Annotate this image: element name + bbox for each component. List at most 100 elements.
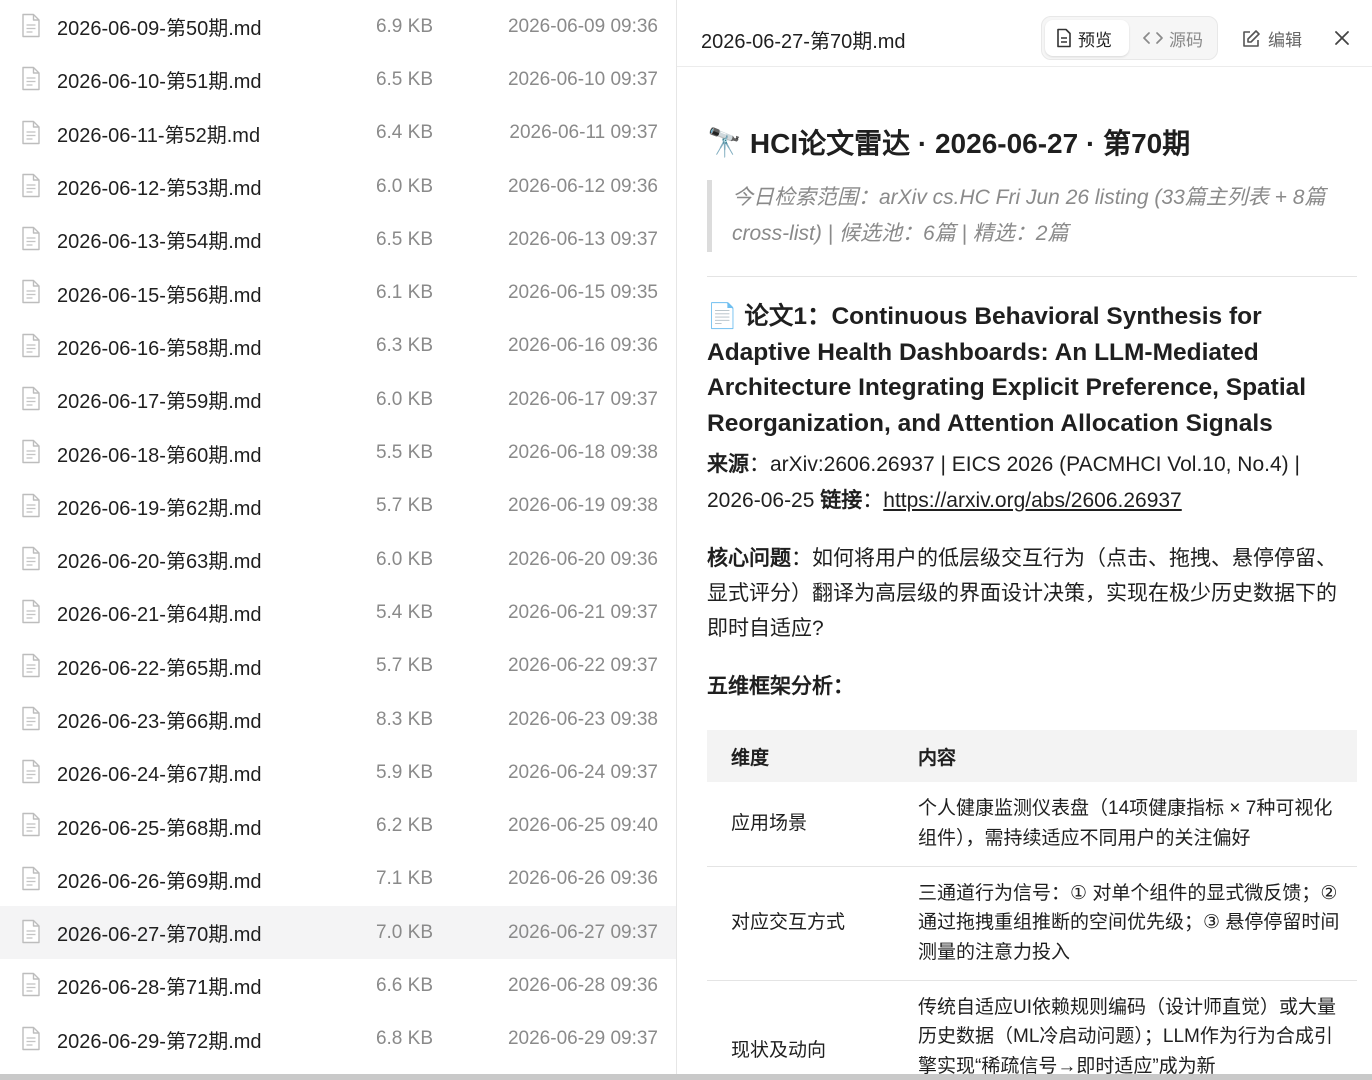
- source-tab-label: 源码: [1169, 30, 1203, 50]
- document-icon: [22, 493, 40, 517]
- file-row[interactable]: 2026-06-15-第56期.md 6.1 KB 2026-06-15 09:35: [0, 266, 676, 319]
- table-row: 对应交互方式 三通道行为信号：① 对单个组件的显式微反馈；② 通过拖拽重组推断的…: [707, 866, 1357, 981]
- preview-header: 2026-06-27-第70期.md 预览 源码 编辑: [677, 0, 1372, 67]
- file-list: 2026-06-09-第50期.md 6.9 KB 2026-06-09 09:36…: [0, 0, 676, 1080]
- document-icon: [22, 173, 40, 198]
- document-icon: [22, 280, 40, 304]
- preview-tab[interactable]: 预览: [1045, 20, 1129, 56]
- table-header-dim: 维度: [707, 730, 894, 782]
- page-facing-up-icon: 📄: [707, 303, 738, 330]
- file-row[interactable]: 2026-06-28-第71期.md 6.6 KB 2026-06-28 09:36: [0, 959, 676, 1012]
- file-size: 5.5 KB: [375, 442, 433, 464]
- file-row[interactable]: 2026-06-29-第72期.md 6.8 KB 2026-06-29 09:37: [0, 1013, 676, 1066]
- table-cell-dim: 应用场景: [707, 782, 894, 867]
- paper-title: 📄 论文1：Continuous Behavioral Synthesis fo…: [707, 299, 1357, 441]
- file-date: 2026-06-19 09:38: [507, 495, 658, 517]
- table-cell-content: 传统自适应UI依赖规则编码（设计师直觉）或大量历史数据（ML冷启动问题）；LLM…: [894, 980, 1357, 1074]
- document-icon: [22, 13, 40, 38]
- doc-title: 🔭 HCI论文雷达 · 2026-06-27 · 第70期: [707, 120, 1357, 164]
- file-name: 2026-06-25-第68期.md: [57, 817, 262, 840]
- file-size: 7.1 KB: [375, 868, 433, 890]
- file-date: 2026-06-22 09:37: [507, 655, 658, 677]
- document-icon: [22, 866, 40, 890]
- core-text: ：如何将用户的低层级交互行为（点击、拖拽、悬停停留、显式评分）翻译为高层级的界面…: [707, 547, 1337, 640]
- file-name: 2026-06-16-第58期.md: [57, 337, 262, 360]
- document-icon: [22, 333, 40, 357]
- file-row[interactable]: 2026-06-18-第60期.md 5.5 KB 2026-06-18 09:38: [0, 426, 676, 479]
- file-row[interactable]: 2026-06-20-第63期.md 6.0 KB 2026-06-20 09:36: [0, 533, 676, 586]
- file-date: 2026-06-29 09:37: [507, 1028, 658, 1050]
- code-icon: [1143, 32, 1163, 44]
- table-row: 现状及动向 传统自适应UI依赖规则编码（设计师直觉）或大量历史数据（ML冷启动问…: [707, 980, 1357, 1074]
- edit-label: 编辑: [1268, 31, 1302, 50]
- close-icon[interactable]: [1332, 28, 1352, 48]
- file-date: 2026-06-24 09:37: [507, 761, 658, 783]
- file-size: 5.9 KB: [375, 761, 433, 783]
- file-date: 2026-06-16 09:36: [507, 335, 658, 357]
- file-size: 6.2 KB: [375, 815, 433, 837]
- core-question: 核心问题：如何将用户的低层级交互行为（点击、拖拽、悬停停留、显式评分）翻译为高层…: [707, 541, 1357, 646]
- telescope-icon: 🔭: [707, 126, 742, 158]
- paper-link[interactable]: https://arxiv.org/abs/2606.26937: [883, 489, 1181, 512]
- table-header-content: 内容: [894, 730, 1357, 782]
- document-icon: [22, 600, 40, 624]
- file-row[interactable]: 2026-06-27-第70期.md 7.0 KB 2026-06-27 09:37: [0, 906, 676, 960]
- file-row[interactable]: 2026-06-25-第68期.md 6.2 KB 2026-06-25 09:40: [0, 799, 676, 852]
- file-name: 2026-06-09-第50期.md: [57, 18, 262, 41]
- file-row[interactable]: 2026-06-23-第66期.md 8.3 KB 2026-06-23 09:38: [0, 693, 676, 746]
- document-icon: [22, 973, 40, 997]
- table-cell-content: 个人健康监测仪表盘（14项健康指标 × 7种可视化组件），需持续适应不同用户的关…: [894, 782, 1357, 867]
- file-name: 2026-06-17-第59期.md: [57, 391, 262, 414]
- preview-tab-label: 预览: [1078, 30, 1112, 50]
- file-date: 2026-06-25 09:40: [507, 815, 658, 837]
- file-row[interactable]: 2026-06-17-第59期.md 6.0 KB 2026-06-17 09:37: [0, 373, 676, 426]
- document-icon: [22, 226, 40, 251]
- file-row[interactable]: 2026-06-12-第53期.md 6.0 KB 2026-06-12 09:36: [0, 160, 676, 213]
- file-size: 5.4 KB: [375, 601, 433, 623]
- file-row[interactable]: 2026-06-13-第54期.md 6.5 KB 2026-06-13 09:37: [0, 213, 676, 266]
- table-row: 应用场景 个人健康监测仪表盘（14项健康指标 × 7种可视化组件），需持续适应不…: [707, 782, 1357, 867]
- source-label: 来源: [707, 453, 749, 476]
- file-row[interactable]: 2026-06-16-第58期.md 6.3 KB 2026-06-16 09:36: [0, 320, 676, 373]
- file-row[interactable]: 2026-06-11-第52期.md 6.4 KB 2026-06-11 09:37: [0, 107, 676, 160]
- edit-icon: [1243, 29, 1260, 47]
- document-icon: [22, 120, 40, 144]
- horizontal-scrollbar[interactable]: [0, 1074, 1372, 1080]
- table-cell-dim: 对应交互方式: [707, 866, 894, 981]
- edit-button[interactable]: 编辑: [1241, 26, 1302, 51]
- search-scope-quote: 今日检索范围：arXiv cs.HC Fri Jun 26 listing (3…: [707, 180, 1357, 252]
- file-size: 5.7 KB: [375, 495, 433, 517]
- file-date: 2026-06-21 09:37: [507, 601, 658, 623]
- source-tab[interactable]: 源码: [1132, 20, 1216, 56]
- file-row[interactable]: 2026-06-26-第69期.md 7.1 KB 2026-06-26 09:36: [0, 853, 676, 906]
- file-name: 2026-06-26-第69期.md: [57, 870, 262, 893]
- file-size: 5.7 KB: [375, 655, 433, 677]
- file-row[interactable]: 2026-06-21-第64期.md 5.4 KB 2026-06-21 09:37: [0, 586, 676, 639]
- file-date: 2026-06-10 09:37: [507, 68, 658, 90]
- link-label: 链接: [820, 489, 863, 512]
- document-icon: [22, 546, 40, 571]
- file-size: 6.0 KB: [375, 548, 433, 570]
- file-date: 2026-06-13 09:37: [507, 228, 658, 250]
- file-size: 6.4 KB: [375, 122, 433, 144]
- file-date: 2026-06-12 09:36: [507, 175, 658, 197]
- document-icon: [22, 706, 40, 731]
- file-size: 6.8 KB: [375, 1028, 433, 1050]
- file-date: 2026-06-20 09:36: [507, 548, 658, 570]
- file-name: 2026-06-11-第52期.md: [57, 124, 261, 147]
- file-row[interactable]: 2026-06-19-第62期.md 5.7 KB 2026-06-19 09:38: [0, 480, 676, 533]
- file-name: 2026-06-29-第72期.md: [57, 1030, 262, 1053]
- document-icon: [22, 67, 40, 91]
- preview-filename: 2026-06-27-第70期.md: [701, 31, 906, 53]
- file-name: 2026-06-15-第56期.md: [57, 284, 262, 307]
- document-icon: [22, 653, 40, 677]
- file-name: 2026-06-20-第63期.md: [57, 551, 262, 574]
- five-dim-heading: 五维框架分析：: [707, 675, 854, 698]
- file-name: 2026-06-12-第53期.md: [57, 178, 262, 201]
- file-row[interactable]: 2026-06-09-第50期.md 6.9 KB 2026-06-09 09:36: [0, 0, 676, 53]
- file-date: 2026-06-11 09:37: [509, 122, 658, 144]
- file-row[interactable]: 2026-06-22-第65期.md 5.7 KB 2026-06-22 09:37: [0, 640, 676, 693]
- file-date: 2026-06-27 09:37: [507, 921, 658, 943]
- file-row[interactable]: 2026-06-24-第67期.md 5.9 KB 2026-06-24 09:37: [0, 746, 676, 799]
- file-row[interactable]: 2026-06-10-第51期.md 6.5 KB 2026-06-10 09:37: [0, 53, 676, 106]
